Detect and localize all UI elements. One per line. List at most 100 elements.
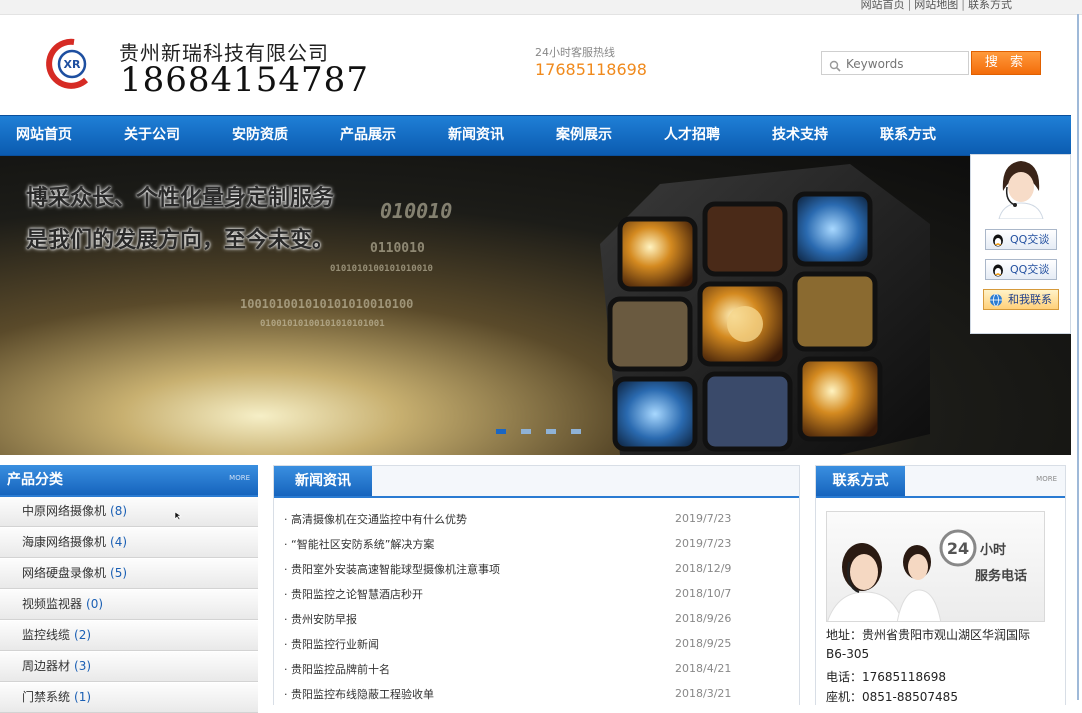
slide-dot-4[interactable] — [571, 429, 581, 434]
category-label: 门禁系统 — [22, 690, 71, 704]
category-count: (2) — [74, 628, 92, 642]
category-count: (0) — [86, 597, 104, 611]
category-item[interactable]: 监控线缆 (2) — [0, 621, 258, 651]
category-item[interactable]: 网络硬盘录像机 (5) — [0, 559, 258, 589]
nav-item-home[interactable]: 网站首页 — [16, 116, 72, 155]
page-right-border — [1077, 14, 1079, 700]
nav-item-contact[interactable]: 联系方式 — [880, 116, 936, 155]
contact-me-button[interactable]: 和我联系 — [983, 289, 1059, 310]
svg-text:01001010100101010101001: 01001010100101010101001 — [260, 319, 385, 329]
main-nav: 网站首页 关于公司 安防资质 产品展示 新闻资讯 案例展示 人才招聘 技术支持 … — [0, 115, 1071, 157]
svg-text:010010: 010010 — [380, 199, 452, 223]
news-item-date: 2018/12/9 — [675, 562, 732, 575]
news-item-title: 贵阳监控之论智慧酒店秒开 — [291, 588, 423, 601]
nav-item-news[interactable]: 新闻资讯 — [448, 116, 504, 155]
qq-chat-label-1: QQ交谈 — [1010, 233, 1050, 246]
category-label: 视频监视器 — [22, 597, 83, 611]
contact-address: 地址：贵州省贵阳市观山湖区华润国际 — [826, 628, 1031, 642]
category-label: 海康网络摄像机 — [22, 535, 107, 549]
news-item-link[interactable]: · 高清摄像机在交通监控中有什么优势 — [284, 511, 467, 527]
nav-item-products[interactable]: 产品展示 — [340, 116, 396, 155]
news-item-link[interactable]: · 贵阳监控之论智慧酒店秒开 — [284, 586, 423, 602]
hotline-number: 17685118698 — [535, 60, 647, 79]
news-title: 新闻资讯 — [274, 466, 372, 496]
contact-title: 联系方式 — [816, 466, 905, 496]
banner-slogan-line1: 博采众长、个性化量身定制服务 — [26, 186, 335, 211]
logo-text: XR — [64, 58, 81, 71]
news-item-link[interactable]: · “智能社区安防系统”解决方案 — [284, 536, 434, 552]
nav-item-support[interactable]: 技术支持 — [772, 116, 828, 155]
badge-number: 24 — [947, 539, 969, 558]
hero-banner[interactable]: 010010 0110010 0101010100101010010 10010… — [0, 156, 1071, 455]
qq-penguin-icon — [991, 263, 1005, 283]
news-item-link[interactable]: · 贵阳室外安装高速智能球型摄像机注意事项 — [284, 561, 500, 577]
top-link-contact[interactable]: 联系方式 — [968, 0, 1012, 11]
top-link-separator: | — [907, 0, 912, 11]
slide-dot-3[interactable] — [546, 429, 556, 434]
category-count: (1) — [74, 690, 92, 704]
news-item-link[interactable]: · 贵阳监控行业新闻 — [284, 636, 379, 652]
news-item-title: “智能社区安防系统”解决方案 — [291, 538, 435, 551]
qq-chat-button-1[interactable]: QQ交谈 — [985, 229, 1057, 250]
search-button[interactable]: 搜 索 — [971, 51, 1041, 75]
nav-item-about[interactable]: 关于公司 — [124, 116, 180, 155]
qq-penguin-icon — [991, 233, 1005, 253]
news-item-title: 贵阳室外安装高速智能球型摄像机注意事项 — [291, 563, 500, 576]
hotline-label: 24小时客服热线 — [535, 46, 615, 59]
category-count: (3) — [74, 659, 92, 673]
category-item[interactable]: 周边器材 (3) — [0, 652, 258, 682]
news-item-date: 2019/7/23 — [675, 537, 732, 550]
product-more-link[interactable]: MORE — [229, 474, 250, 482]
contact-address-cont: B6-305 — [826, 647, 870, 661]
top-links: 网站首页 | 网站地图 | 联系方式 — [861, 0, 1012, 12]
service-hotline-image: 24 小时 服务电话 — [826, 511, 1045, 622]
category-item[interactable]: 门禁系统 (1) — [0, 683, 258, 713]
news-item-title: 贵阳监控行业新闻 — [291, 638, 379, 651]
contact-phone: 电话：17685118698 — [826, 670, 946, 684]
category-item[interactable]: 海康网络摄像机 (4) — [0, 528, 258, 558]
mouse-cursor-icon — [174, 506, 182, 525]
category-label: 监控线缆 — [22, 628, 71, 642]
nav-item-jobs[interactable]: 人才招聘 — [664, 116, 720, 155]
globe-icon — [989, 293, 1003, 313]
nav-item-qualification[interactable]: 安防资质 — [232, 116, 288, 155]
news-item-date: 2018/9/25 — [675, 637, 732, 650]
category-label: 中原网络摄像机 — [22, 504, 107, 518]
news-item-date: 2018/4/21 — [675, 662, 732, 675]
news-item-link[interactable]: · 贵州安防早报 — [284, 611, 357, 627]
news-item-date: 2018/9/26 — [675, 612, 732, 625]
slide-dot-2[interactable] — [521, 429, 531, 434]
svg-text:0101010100101010010: 0101010100101010010 — [330, 264, 433, 274]
contact-more-link[interactable]: MORE — [1036, 475, 1057, 483]
badge-line-1: 小时 — [980, 542, 1006, 558]
company-logo[interactable]: XR — [44, 36, 94, 90]
news-item-title: 高清摄像机在交通监控中有什么优势 — [291, 513, 467, 526]
qq-service-panel: QQ交谈 QQ交谈 和我联系 — [970, 154, 1071, 334]
product-category-header: 产品分类 MORE — [0, 465, 258, 497]
category-count: (4) — [110, 535, 128, 549]
service-avatar — [991, 157, 1051, 220]
news-item-title: 贵州安防早报 — [291, 613, 357, 626]
top-link-separator: | — [961, 0, 965, 11]
qq-chat-button-2[interactable]: QQ交谈 — [985, 259, 1057, 280]
news-item-date: 2018/10/7 — [675, 587, 732, 600]
category-label: 周边器材 — [22, 659, 71, 673]
nav-item-cases[interactable]: 案例展示 — [556, 116, 612, 155]
slide-dot-1[interactable] — [496, 429, 506, 434]
contact-me-label: 和我联系 — [1008, 293, 1052, 306]
svg-text:100101001010101010010100: 100101001010101010010100 — [240, 297, 413, 311]
news-item-link[interactable]: · 贵阳监控品牌前十名 — [284, 661, 390, 677]
news-item-date: 2018/3/21 — [675, 687, 732, 700]
news-header: 新闻资讯 — [274, 466, 799, 498]
qq-chat-label-2: QQ交谈 — [1010, 263, 1050, 276]
category-item[interactable]: 中原网络摄像机 (8) — [0, 497, 258, 527]
top-link-home[interactable]: 网站首页 — [861, 0, 905, 11]
category-label: 网络硬盘录像机 — [22, 566, 107, 580]
badge-line-2: 服务电话 — [975, 568, 1027, 584]
contact-landline: 座机：0851-88507485 — [826, 690, 958, 704]
search-input[interactable] — [844, 54, 968, 74]
top-link-sitemap[interactable]: 网站地图 — [914, 0, 958, 11]
category-item[interactable]: 视频监视器 (0) — [0, 590, 258, 620]
category-count: (5) — [110, 566, 128, 580]
category-count: (8) — [110, 504, 128, 518]
